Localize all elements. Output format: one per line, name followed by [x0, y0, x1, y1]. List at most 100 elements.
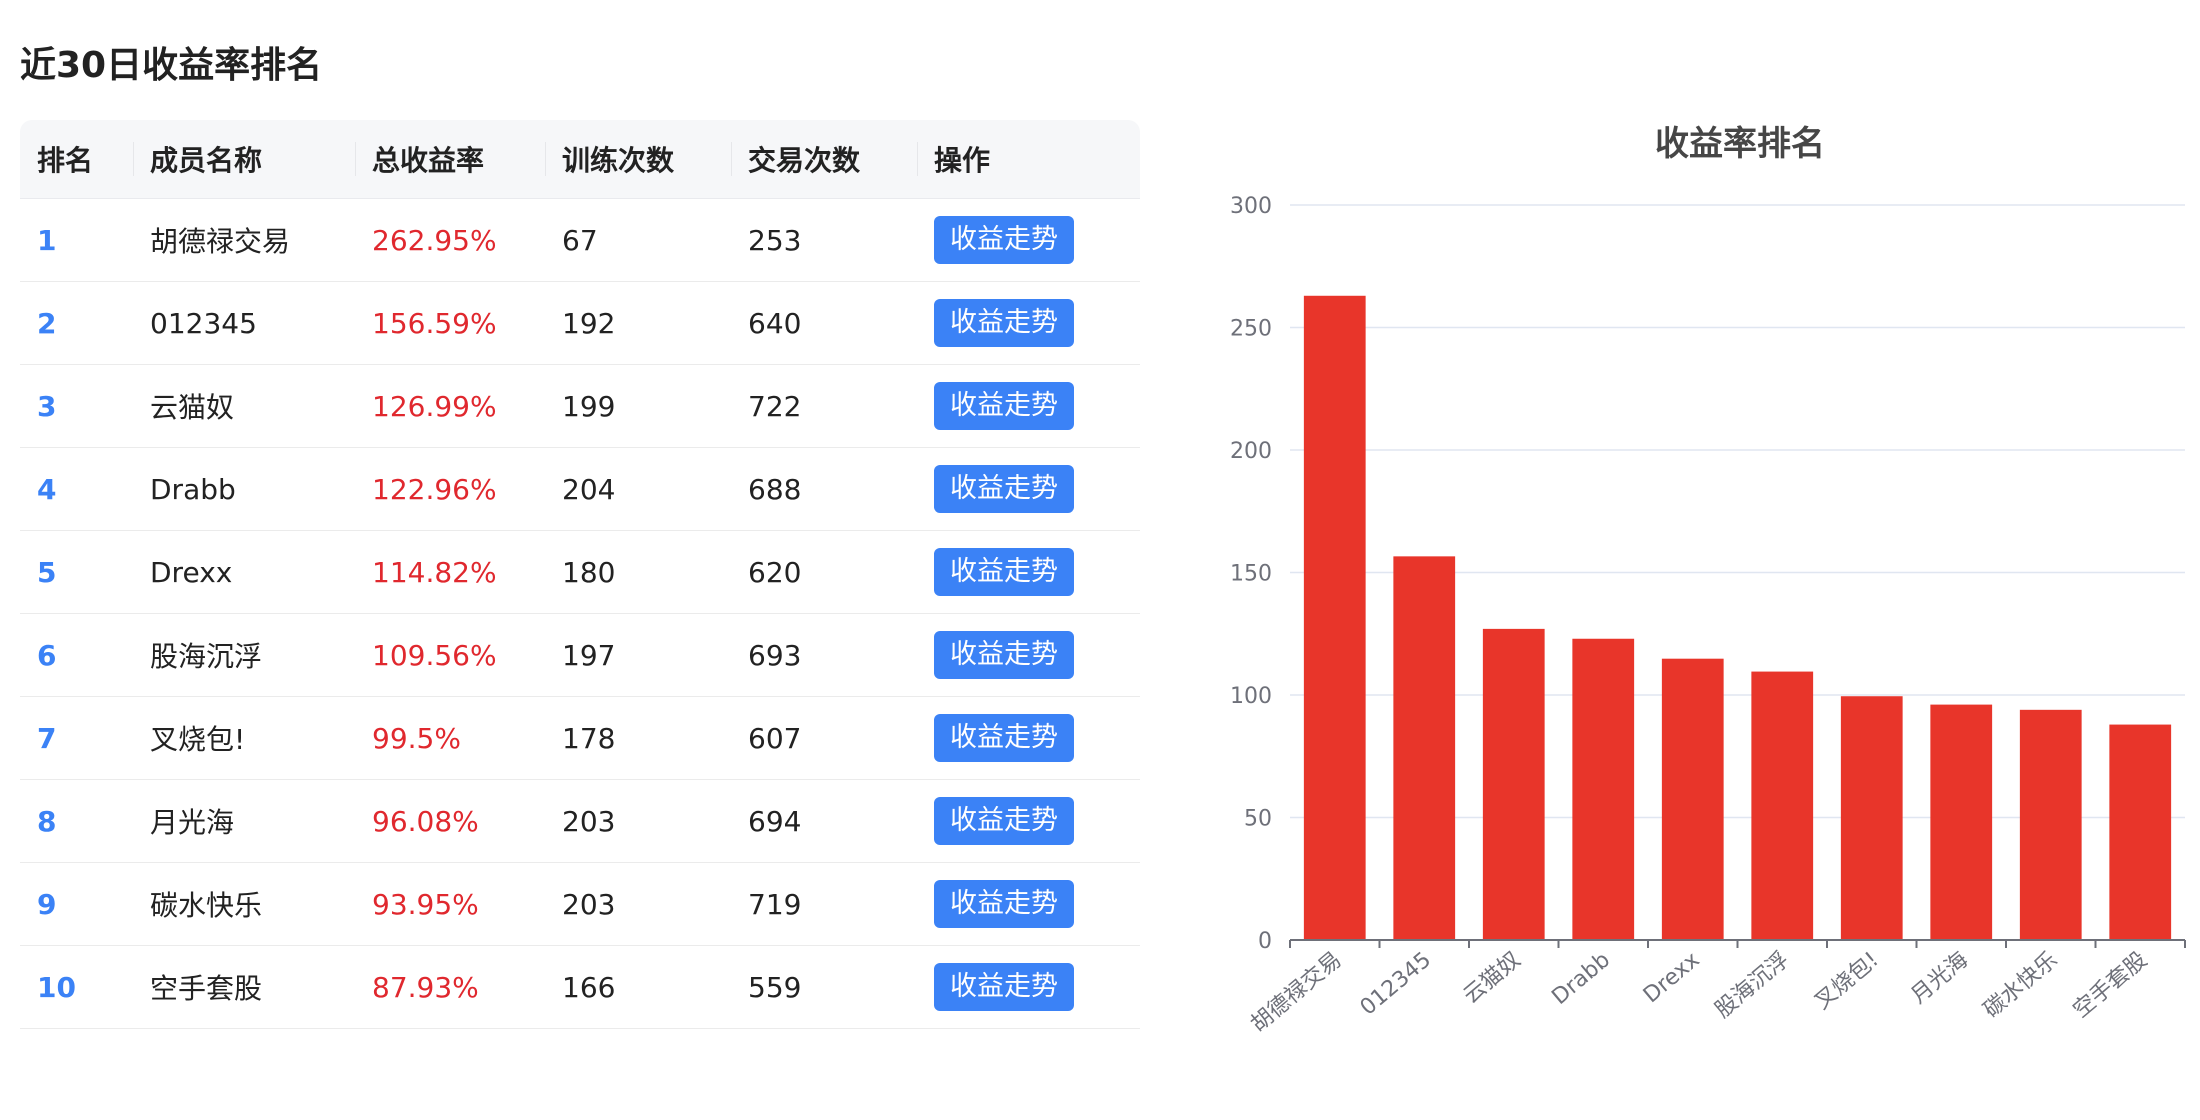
x-tick-label: Drabb	[1547, 947, 1615, 1009]
cell-trade-count: 694	[731, 779, 917, 863]
bar	[1930, 704, 1993, 940]
x-tick-label: 012345	[1356, 947, 1436, 1020]
cell-train-count: 203	[545, 862, 731, 946]
x-tick-label: 叉烧包!	[1810, 947, 1883, 1014]
header-train-count: 训练次数	[545, 120, 731, 199]
return-trend-button[interactable]: 收益走势	[934, 382, 1074, 430]
cell-trade-count: 640	[731, 281, 917, 365]
x-tick-label: 空手套股	[2069, 947, 2152, 1023]
table-row: 3 云猫奴 126.99% 199 722 收益走势	[20, 364, 1140, 448]
cell-train-count: 180	[545, 530, 731, 614]
cell-trade-count: 559	[731, 945, 917, 1029]
cell-action: 收益走势	[917, 862, 1140, 946]
return-trend-button[interactable]: 收益走势	[934, 880, 1074, 928]
cell-train-count: 178	[545, 696, 731, 780]
cell-train-count: 204	[545, 447, 731, 531]
cell-action: 收益走势	[917, 281, 1140, 365]
cell-trade-count: 607	[731, 696, 917, 780]
cell-trade-count: 722	[731, 364, 917, 448]
return-trend-button[interactable]: 收益走势	[934, 216, 1074, 264]
table-row: 5 Drexx 114.82% 180 620 收益走势	[20, 530, 1140, 614]
cell-total-return: 122.96%	[355, 447, 545, 531]
header-trade-count: 交易次数	[731, 120, 917, 199]
cell-action: 收益走势	[917, 696, 1140, 780]
cell-action: 收益走势	[917, 530, 1140, 614]
cell-rank: 7	[20, 696, 133, 780]
cell-trade-count: 688	[731, 447, 917, 531]
cell-rank: 1	[20, 198, 133, 282]
return-trend-button[interactable]: 收益走势	[934, 963, 1074, 1011]
bar	[1572, 638, 1635, 940]
return-trend-button[interactable]: 收益走势	[934, 465, 1074, 513]
cell-action: 收益走势	[917, 198, 1140, 282]
y-tick-label: 100	[1230, 684, 1272, 709]
x-tick-label: 碳水快乐	[1979, 947, 2062, 1023]
cell-rank: 5	[20, 530, 133, 614]
bar	[2109, 724, 2172, 940]
cell-total-return: 96.08%	[355, 779, 545, 863]
cell-trade-count: 253	[731, 198, 917, 282]
cell-rank: 8	[20, 779, 133, 863]
table-row: 8 月光海 96.08% 203 694 收益走势	[20, 779, 1140, 863]
cell-rank: 2	[20, 281, 133, 365]
cell-train-count: 197	[545, 613, 731, 697]
cell-member-name: 云猫奴	[133, 364, 355, 448]
cell-member-name: 胡德禄交易	[133, 198, 355, 282]
bar	[1661, 658, 1724, 940]
y-tick-label: 300	[1230, 194, 1272, 219]
cell-train-count: 199	[545, 364, 731, 448]
cell-action: 收益走势	[917, 364, 1140, 448]
y-tick-label: 150	[1230, 562, 1272, 587]
cell-action: 收益走势	[917, 613, 1140, 697]
table-header-row: 排名 成员名称 总收益率 训练次数 交易次数 操作	[20, 120, 1140, 199]
cell-action: 收益走势	[917, 447, 1140, 531]
bar	[1482, 628, 1545, 940]
table-row: 6 股海沉浮 109.56% 197 693 收益走势	[20, 613, 1140, 697]
cell-action: 收益走势	[917, 779, 1140, 863]
cell-total-return: 99.5%	[355, 696, 545, 780]
return-trend-button[interactable]: 收益走势	[934, 299, 1074, 347]
return-trend-button[interactable]: 收益走势	[934, 714, 1074, 762]
return-trend-button[interactable]: 收益走势	[934, 797, 1074, 845]
table-body: 1 胡德禄交易 262.95% 67 253 收益走势 2 012345 156.59% 192 6…	[20, 198, 1140, 1029]
cell-total-return: 126.99%	[355, 364, 545, 448]
bar	[2019, 709, 2082, 940]
cell-total-return: 262.95%	[355, 198, 545, 282]
bar	[1393, 556, 1456, 940]
table-row: 7 叉烧包! 99.5% 178 607 收益走势	[20, 696, 1140, 780]
header-action: 操作	[917, 120, 1140, 199]
cell-train-count: 203	[545, 779, 731, 863]
cell-member-name: 碳水快乐	[133, 862, 355, 946]
return-trend-button[interactable]: 收益走势	[934, 548, 1074, 596]
cell-total-return: 93.95%	[355, 862, 545, 946]
bar	[1751, 671, 1814, 940]
ranking-table-container: 排名 成员名称 总收益率 训练次数 交易次数 操作 1 胡德禄交易 262.95% 6…	[20, 120, 1140, 1029]
x-tick-label: 云猫奴	[1459, 947, 1526, 1009]
cell-total-return: 156.59%	[355, 281, 545, 365]
cell-member-name: 012345	[133, 281, 355, 365]
header-rank: 排名	[20, 120, 133, 199]
table-row: 9 碳水快乐 93.95% 203 719 收益走势	[20, 862, 1140, 946]
x-tick-label: 胡德禄交易	[1246, 947, 1346, 1037]
y-tick-label: 0	[1258, 929, 1272, 954]
cell-train-count: 67	[545, 198, 731, 282]
header-member-name: 成员名称	[133, 120, 355, 199]
cell-rank: 10	[20, 945, 133, 1029]
cell-member-name: Drabb	[133, 447, 355, 531]
cell-total-return: 114.82%	[355, 530, 545, 614]
table-row: 2 012345 156.59% 192 640 收益走势	[20, 281, 1140, 365]
ranking-table: 排名 成员名称 总收益率 训练次数 交易次数 操作 1 胡德禄交易 262.95% 6…	[20, 120, 1140, 1029]
y-tick-label: 250	[1230, 317, 1272, 342]
cell-action: 收益走势	[917, 945, 1140, 1029]
cell-rank: 4	[20, 447, 133, 531]
cell-trade-count: 693	[731, 613, 917, 697]
cell-train-count: 192	[545, 281, 731, 365]
cell-member-name: Drexx	[133, 530, 355, 614]
x-tick-label: 月光海	[1906, 947, 1973, 1009]
cell-rank: 6	[20, 613, 133, 697]
page-title: 近30日收益率排名	[20, 45, 323, 86]
bar	[1303, 295, 1366, 940]
cell-member-name: 空手套股	[133, 945, 355, 1029]
returns-bar-chart-svg: 收益率排名 0 50 100 150 200 250 300 胡德禄交易 012345 云猫奴 Dra…	[1230, 124, 2186, 1037]
return-trend-button[interactable]: 收益走势	[934, 631, 1074, 679]
